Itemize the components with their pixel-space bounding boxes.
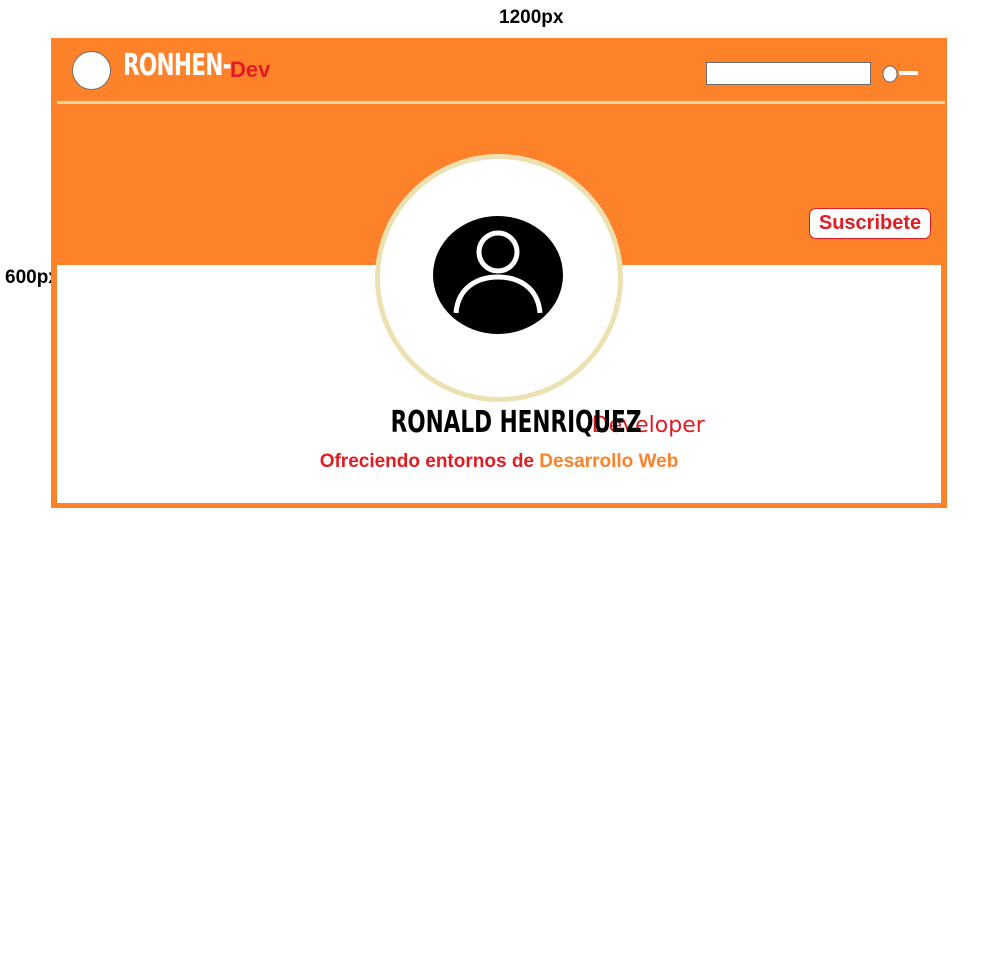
user-avatar-icon[interactable] xyxy=(432,215,564,335)
header-bar: RONHEN- Dev xyxy=(51,38,947,101)
circle-logo-icon[interactable] xyxy=(72,51,111,90)
profile-banner: RONHEN- Dev Suscribete RONALD HENRIQUEZ … xyxy=(51,38,947,508)
brand-main-text: RONHEN- xyxy=(123,48,232,83)
brand-logo[interactable]: RONHEN- Dev xyxy=(123,48,270,83)
tagline-highlight: Desarrollo Web xyxy=(539,451,679,472)
search-icon[interactable] xyxy=(882,65,918,83)
profile-name: RONALD HENRIQUEZ xyxy=(390,405,642,440)
subscribe-button[interactable]: Suscribete xyxy=(809,208,931,239)
search-input[interactable] xyxy=(706,62,871,85)
profile-heading: RONALD HENRIQUEZ Developer xyxy=(51,405,947,440)
tagline-text: Ofreciendo entornos de xyxy=(319,451,540,472)
profile-tagline: Ofreciendo entornos de Desarrollo Web xyxy=(51,451,947,473)
brand-suffix-text: Dev xyxy=(230,57,271,82)
header-divider xyxy=(57,101,945,104)
width-annotation: 1200px xyxy=(499,7,564,28)
